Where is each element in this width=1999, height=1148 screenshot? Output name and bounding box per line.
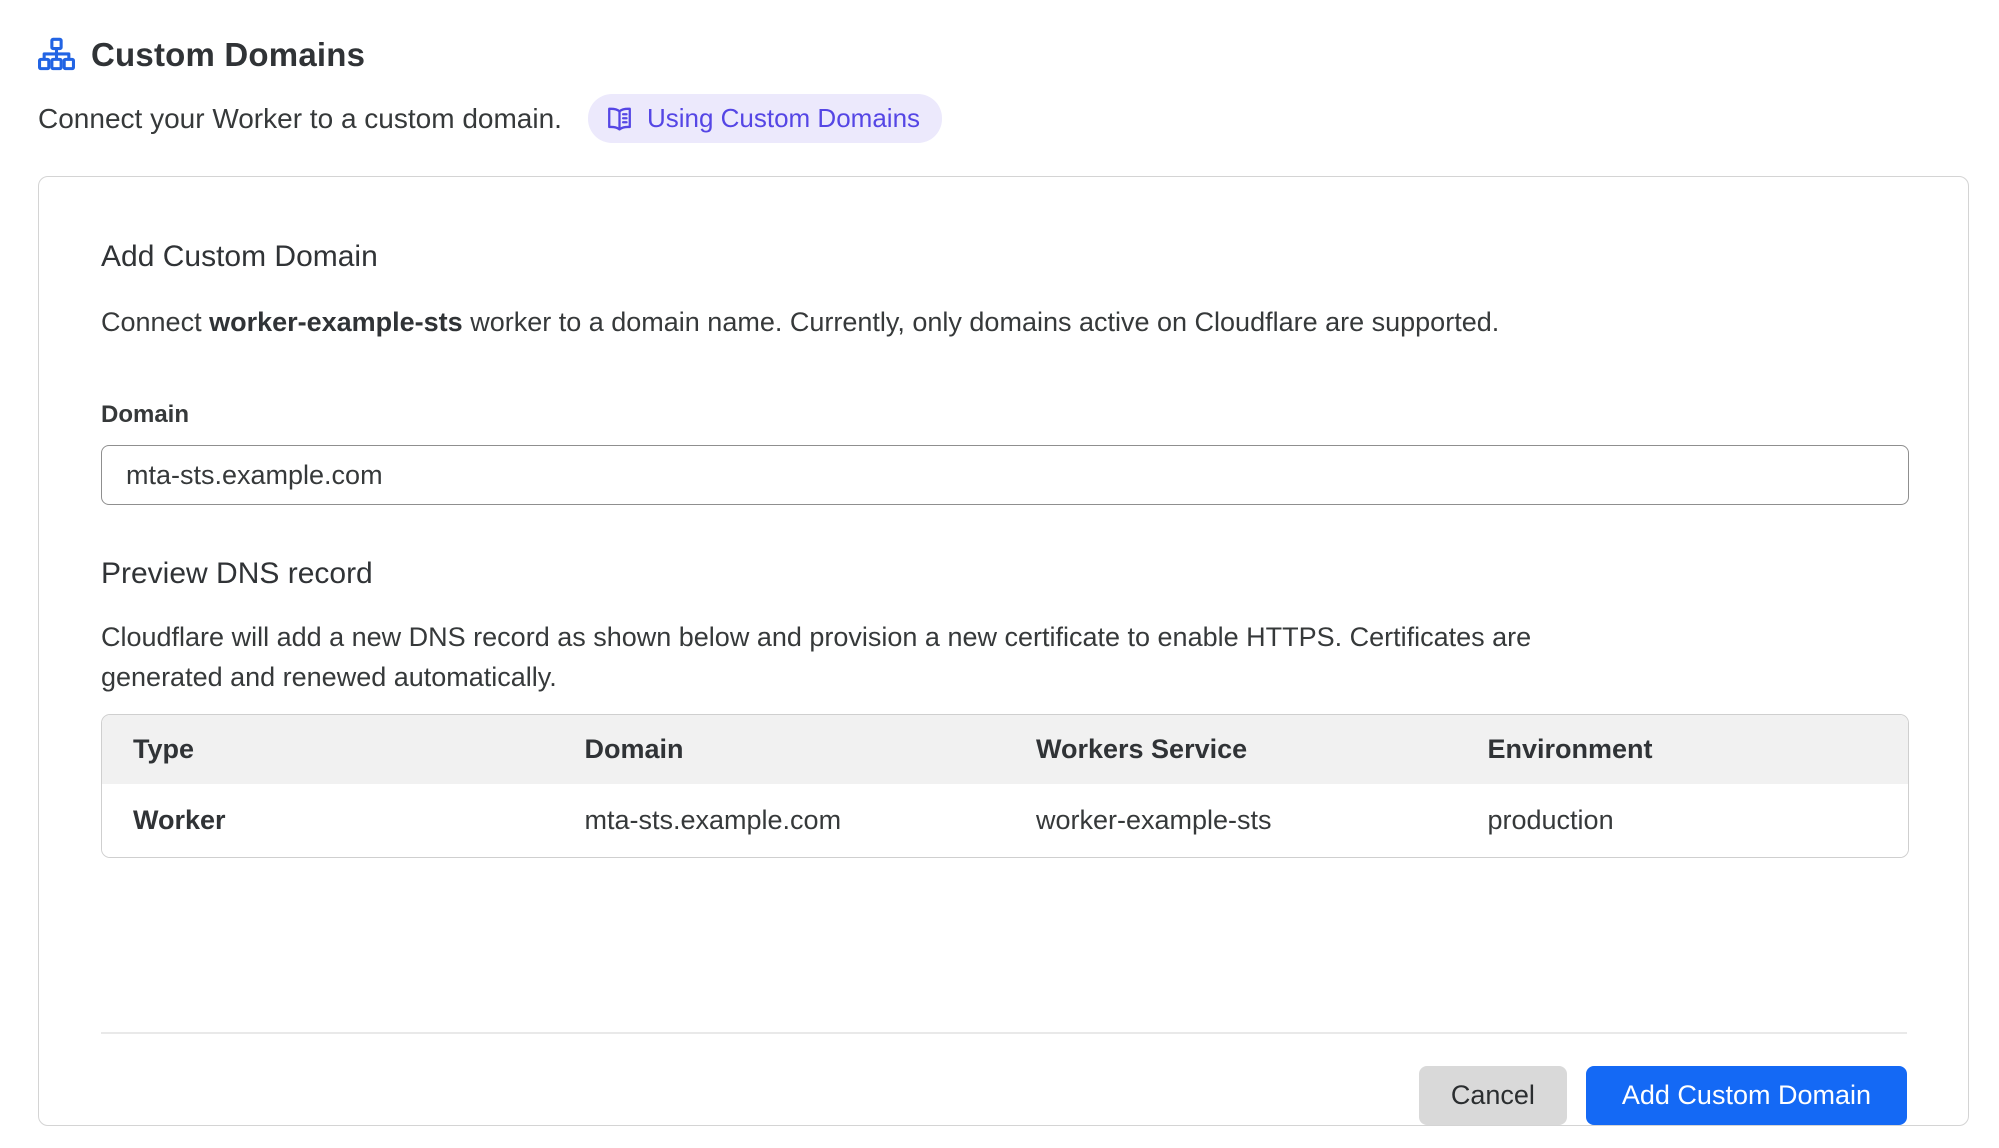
table-header-row: Type Domain Workers Service Environment (102, 715, 1908, 784)
cell-environment: production (1457, 784, 1909, 857)
column-header-environment: Environment (1457, 715, 1909, 784)
add-custom-domain-card: Add Custom Domain Connect worker-example… (38, 176, 1969, 1126)
page-header: Custom Domains (38, 36, 1969, 74)
footer-divider (101, 1032, 1907, 1034)
table-row: Worker mta-sts.example.com worker-exampl… (102, 784, 1908, 857)
worker-name: worker-example-sts (209, 307, 463, 337)
preview-dns-heading: Preview DNS record (101, 557, 1907, 591)
column-header-type: Type (102, 715, 554, 784)
custom-domains-page: Custom Domains Connect your Worker to a … (0, 0, 1999, 1126)
footer-spacer (101, 858, 1907, 1032)
cell-type: Worker (102, 784, 554, 857)
docs-link-badge[interactable]: Using Custom Domains (588, 94, 942, 143)
open-book-icon (605, 104, 634, 133)
domain-field-label: Domain (101, 401, 1907, 429)
page-subtitle-row: Connect your Worker to a custom domain. … (38, 94, 1969, 143)
cell-domain: mta-sts.example.com (554, 784, 1006, 857)
page-subtitle: Connect your Worker to a custom domain. (38, 103, 562, 135)
description-prefix: Connect (101, 307, 209, 337)
description-suffix: worker to a domain name. Currently, only… (463, 307, 1500, 337)
add-custom-domain-button[interactable]: Add Custom Domain (1586, 1066, 1907, 1125)
page-title: Custom Domains (91, 36, 365, 74)
dns-preview-table: Type Domain Workers Service Environment … (101, 714, 1909, 858)
column-header-workers-service: Workers Service (1005, 715, 1457, 784)
column-header-domain: Domain (554, 715, 1006, 784)
table-header: Type Domain Workers Service Environment (102, 715, 1908, 784)
sitemap-icon (38, 37, 75, 74)
cell-workers-service: worker-example-sts (1005, 784, 1457, 857)
card-description: Connect worker-example-sts worker to a d… (101, 307, 1907, 338)
table-body: Worker mta-sts.example.com worker-exampl… (102, 784, 1908, 857)
domain-input[interactable] (101, 445, 1909, 505)
card-heading: Add Custom Domain (101, 240, 1907, 274)
cancel-button[interactable]: Cancel (1419, 1066, 1567, 1125)
footer-actions: Cancel Add Custom Domain (101, 1066, 1907, 1125)
preview-dns-description: Cloudflare will add a new DNS record as … (101, 617, 1566, 697)
docs-link-label: Using Custom Domains (647, 103, 920, 134)
